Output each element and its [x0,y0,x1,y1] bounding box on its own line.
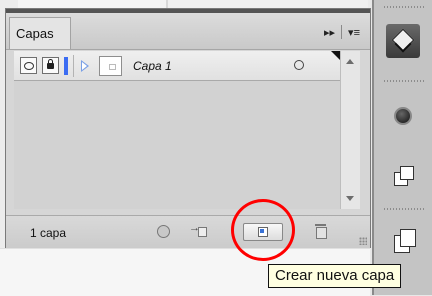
layer-row[interactable]: Capa 1 [14,51,340,81]
tab-capas[interactable]: Capas [9,17,71,49]
layer-color-swatch [64,57,68,75]
lock-icon[interactable] [42,57,59,74]
layer-name[interactable]: Capa 1 [133,59,172,73]
selection-indicator [331,51,340,60]
panel-menu-icon[interactable]: ▾≡ [348,26,360,39]
layers-panel-icon[interactable] [386,24,420,58]
scroll-down-icon[interactable] [346,196,354,201]
dock-grip[interactable] [384,6,424,8]
dock-divider-2 [384,208,424,210]
collapse-icon[interactable]: ▸▸ [324,26,335,39]
new-layer-tooltip: Crear nueva capa [268,264,402,288]
layers-panel: Capas ▸▸ ▾≡ Capa 1 1 capa [5,8,371,248]
move-selection-icon[interactable] [189,222,207,239]
scroll-up-icon[interactable] [346,59,354,64]
right-dock [372,0,432,295]
target-circle-icon[interactable] [294,60,304,70]
layer-thumbnail [99,56,122,76]
trash-icon[interactable] [312,223,330,239]
dock-divider [384,80,424,82]
menu-separator [341,25,343,39]
tab-capas-label: Capas [16,26,54,41]
panel-menu-buttons: ▸▸ ▾≡ [324,25,360,39]
eye-icon[interactable] [20,57,37,74]
layers-scrollbar[interactable] [340,51,360,209]
appearance-icon[interactable] [386,100,420,134]
highlight-circle [231,199,295,261]
expand-triangle-icon[interactable] [81,60,89,72]
pages-icon[interactable] [386,225,420,259]
transform-icon[interactable] [386,160,420,194]
panel-tab-bar: Capas ▸▸ ▾≡ [6,13,370,50]
locate-object-icon[interactable] [154,223,172,239]
row-separator [73,55,74,77]
resize-grip[interactable] [359,237,367,245]
panel-footer: 1 capa [6,215,370,248]
layer-count: 1 capa [30,226,67,240]
layers-list: Capa 1 [14,51,340,209]
